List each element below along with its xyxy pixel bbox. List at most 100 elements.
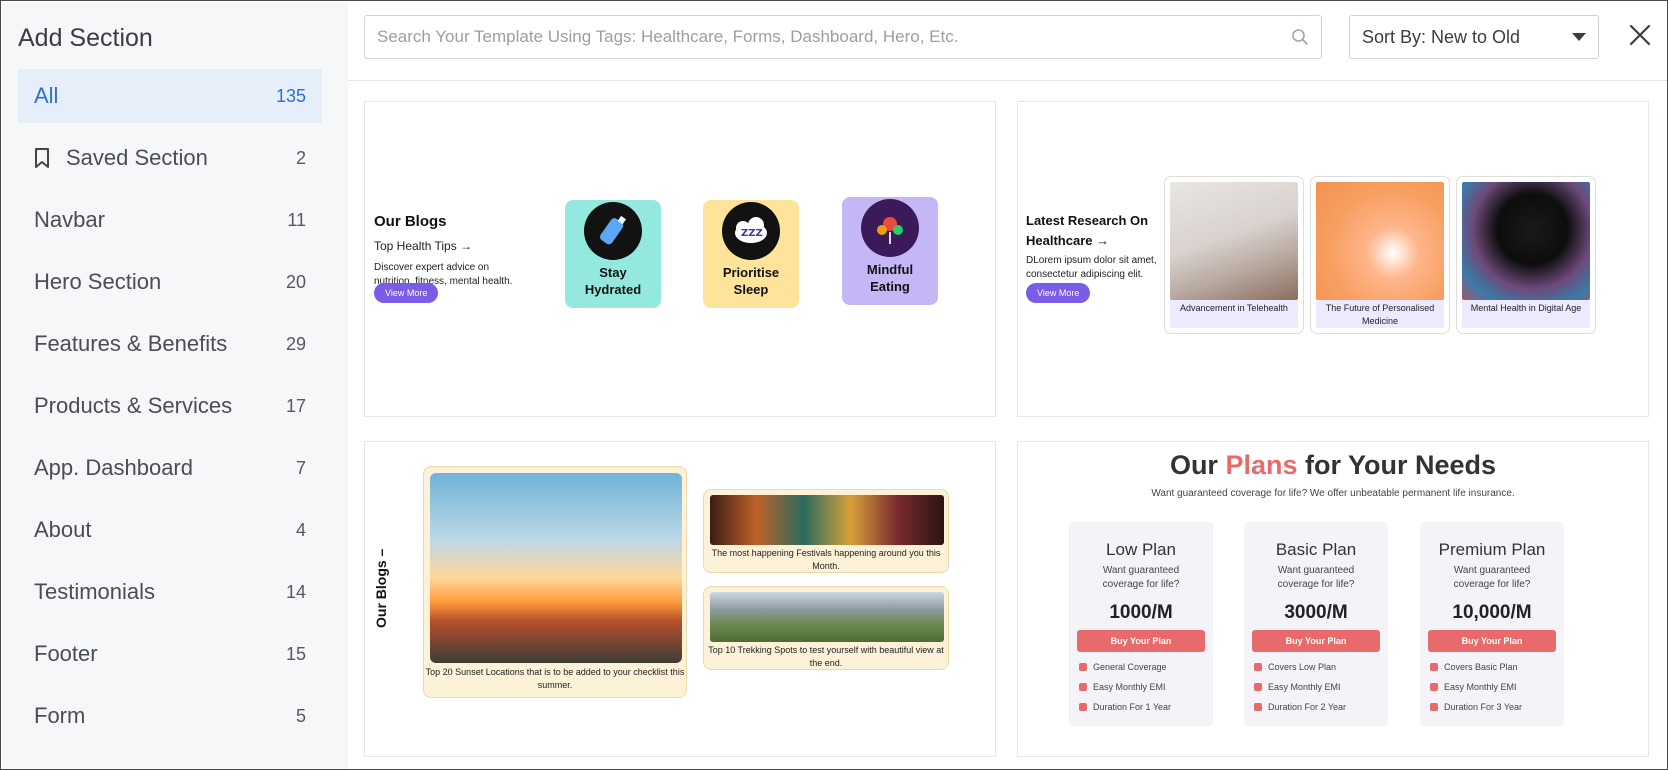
template-title: Our Blogs (374, 213, 447, 230)
buy-plan-button: Buy Your Plan (1428, 630, 1556, 652)
check-icon (1430, 703, 1438, 711)
bookmark-icon (35, 148, 49, 168)
category-label: Features & Benefits (34, 331, 228, 356)
category-all[interactable]: All 135 (18, 69, 322, 123)
template-description: DLorem ipsum dolor sit amet, consectetur… (1026, 255, 1157, 280)
research-card-medicine: The Future of Personalised Medicine (1310, 176, 1450, 334)
check-icon (1079, 703, 1087, 711)
category-count: 4 (295, 519, 306, 540)
check-icon (1079, 683, 1087, 691)
tile-mindful-eating: Mindful Eating (842, 197, 938, 305)
photo-lanterns (710, 495, 944, 545)
category-count: 20 (285, 271, 306, 292)
sidebar: Add Section All 135 Saved Section 2 Navb… (2, 2, 348, 769)
sort-dropdown[interactable]: Sort By: New to Old (1349, 15, 1599, 59)
template-title: Our Blogs – (373, 548, 389, 628)
category-label: Form (34, 703, 86, 728)
sleep-cloud-icon: ZZZ (722, 202, 780, 260)
category-list: All 135 Saved Section 2 Navbar 11 Hero S… (18, 69, 322, 751)
blog-caption: The most happening Festivals happening a… (711, 548, 941, 571)
template-card-plans[interactable]: Our Plans for Your Needs Want guaranteed… (1017, 441, 1649, 757)
template-title: Our Plans for Your Needs (1169, 450, 1497, 480)
category-label: Navbar (34, 207, 105, 232)
food-icon (861, 199, 919, 257)
category-label: Products & Services (34, 393, 233, 418)
close-icon[interactable] (1627, 22, 1653, 48)
category-label: Saved Section (66, 145, 208, 170)
template-subtitle: Want guaranteed coverage for life? We of… (1151, 488, 1515, 499)
water-bottle-icon (584, 202, 642, 260)
category-testimonials[interactable]: Testimonials 14 (18, 565, 322, 619)
photo-silhouette (1462, 182, 1590, 300)
photo-sunset (430, 473, 682, 663)
plan-price: 3000/M (1284, 602, 1348, 623)
plan-card-low: Low Plan Want guaranteed coverage for li… (1069, 522, 1213, 726)
tile-title: Prioritise Sleep (722, 265, 780, 297)
research-caption: Mental Health in Digital Age (1462, 300, 1590, 328)
plan-feature: Easy Monthly EMI (1254, 682, 1341, 692)
category-count: 17 (285, 395, 306, 416)
template-subtitle: Top Health Tips → (374, 239, 473, 253)
category-products-services[interactable]: Products & Services 17 (18, 379, 322, 433)
category-navbar[interactable]: Navbar 11 (18, 193, 322, 247)
plan-name: Premium Plan (1438, 540, 1546, 559)
plan-price: 1000/M (1109, 602, 1173, 623)
buy-plan-button: Buy Your Plan (1077, 630, 1205, 652)
view-more-button: View More (374, 283, 439, 303)
category-count: 29 (285, 333, 306, 354)
template-card-blogs[interactable]: Our Blogs Top Health Tips → Discover exp… (364, 101, 996, 417)
check-icon (1430, 683, 1438, 691)
category-app-dashboard[interactable]: App. Dashboard 7 (18, 441, 322, 495)
category-label: Hero Section (34, 269, 162, 294)
check-icon (1254, 663, 1262, 671)
plan-feature: Easy Monthly EMI (1430, 682, 1517, 692)
buy-plan-button: Buy Your Plan (1252, 630, 1380, 652)
blog-caption: Top 10 Trekking Spots to test yourself w… (708, 645, 944, 668)
tile-stay-hydrated: Stay Hydrated (565, 200, 661, 308)
template-title: Latest Research On Healthcare → (1026, 213, 1149, 248)
category-saved-section[interactable]: Saved Section 2 (18, 131, 322, 185)
plan-card-basic: Basic Plan Want guaranteed coverage for … (1244, 522, 1388, 726)
category-count: 7 (295, 457, 306, 478)
view-more-button: View More (1026, 283, 1091, 303)
tile-title: Mindful Eating (866, 262, 914, 294)
toolbar: Sort By: New to Old (348, 2, 1667, 81)
add-section-modal: Add Section All 135 Saved Section 2 Navb… (0, 0, 1668, 770)
research-caption: Advancement in Telehealth (1170, 300, 1298, 328)
check-icon (1254, 703, 1262, 711)
category-footer[interactable]: Footer 15 (18, 627, 322, 681)
template-grid: Our Blogs Top Health Tips → Discover exp… (348, 81, 1667, 769)
caret-down-icon (1572, 33, 1586, 41)
plan-feature: Covers Low Plan (1254, 662, 1336, 672)
plan-description: Want guaranteed coverage for life? (1102, 565, 1180, 590)
category-hero-section[interactable]: Hero Section 20 (18, 255, 322, 309)
plan-feature: Duration For 2 Year (1254, 702, 1346, 712)
category-features-benefits[interactable]: Features & Benefits 29 (18, 317, 322, 371)
category-form[interactable]: Form 5 (18, 689, 322, 743)
plan-feature: Easy Monthly EMI (1079, 682, 1166, 692)
category-count: 15 (285, 643, 306, 664)
tile-prioritise-sleep: ZZZ Prioritise Sleep (703, 200, 799, 308)
research-card-mental-health: Mental Health in Digital Age (1456, 176, 1596, 334)
plan-name: Low Plan (1106, 540, 1176, 559)
category-label: Footer (34, 641, 98, 666)
category-label: All (34, 83, 59, 108)
plan-description: Want guaranteed coverage for life? (1277, 565, 1355, 590)
template-card-research[interactable]: Latest Research On Healthcare → DLorem i… (1017, 101, 1649, 417)
category-label: App. Dashboard (34, 455, 193, 480)
category-count: 135 (275, 85, 306, 106)
category-about[interactable]: About 4 (18, 503, 322, 557)
photo-trekking (710, 592, 944, 642)
plan-feature: General Coverage (1079, 662, 1167, 672)
photo-telehealth (1170, 182, 1298, 300)
template-card-blogs-gallery[interactable]: Our Blogs – Top 20 Sunset Locations that… (364, 441, 996, 757)
sort-label: Sort By: New to Old (1362, 26, 1521, 47)
blog-card-festivals: The most happening Festivals happening a… (703, 489, 949, 573)
search-icon[interactable] (1291, 28, 1309, 46)
category-count: 14 (285, 581, 306, 602)
blog-card-trekking: Top 10 Trekking Spots to test yourself w… (703, 586, 949, 670)
search-input[interactable] (377, 27, 1291, 47)
svg-text:ZZZ: ZZZ (741, 228, 763, 239)
category-count: 11 (287, 209, 306, 230)
plan-feature: Duration For 1 Year (1079, 702, 1171, 712)
